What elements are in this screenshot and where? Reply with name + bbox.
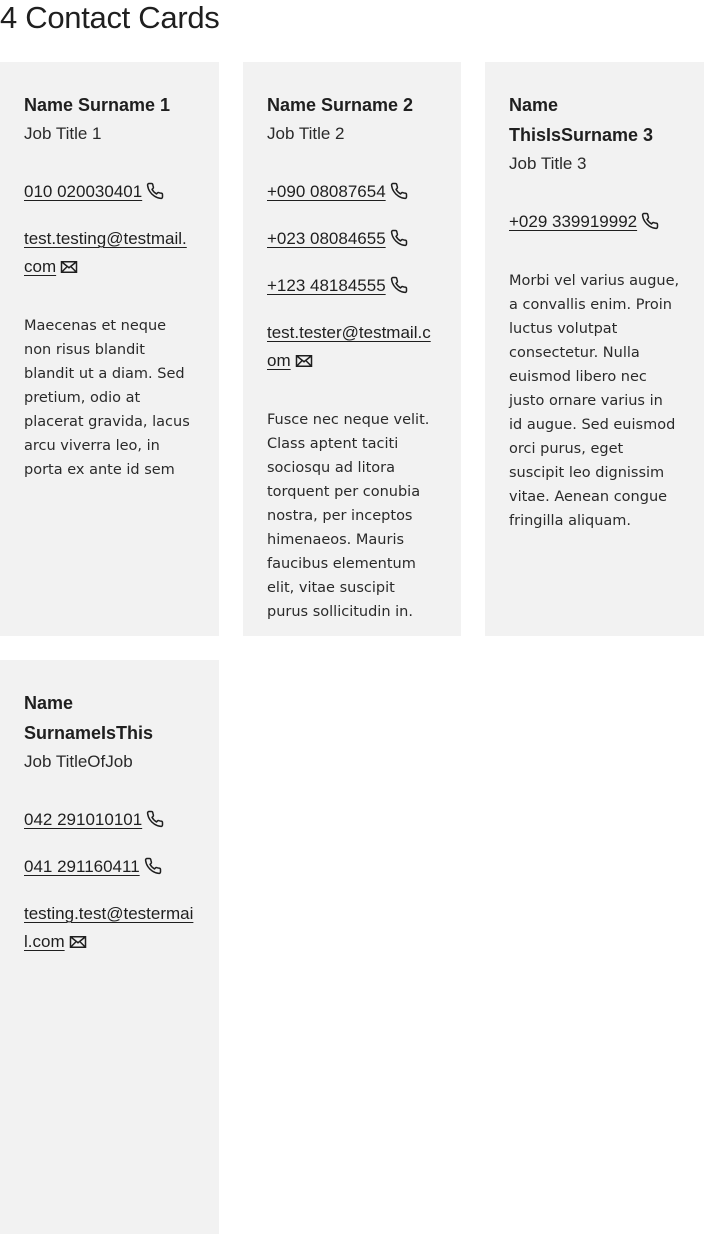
phone-row: +023 08084655: [267, 225, 437, 256]
phone-icon: [146, 809, 164, 837]
phone-link[interactable]: +023 08084655: [267, 229, 386, 248]
contact-bio: Maecenas et neque non risus blandit blan…: [24, 318, 190, 478]
phone-link[interactable]: +029 339919992: [509, 212, 637, 231]
contact-card: Name Surname 2 Job Title 2 +090 08087654…: [243, 62, 461, 636]
phone-row: 010 020030401: [24, 178, 195, 209]
contact-job-title: Job Title 2: [267, 124, 345, 143]
phone-link[interactable]: +090 08087654: [267, 182, 386, 201]
email-row: test.tester@testmail.com: [267, 319, 437, 378]
email-link[interactable]: test.tester@testmail.com: [267, 323, 431, 370]
contact-bio: Morbi vel varius augue, a convallis enim…: [509, 273, 680, 529]
phone-row: +123 48184555: [267, 272, 437, 303]
phone-link[interactable]: 041 291160411: [24, 857, 140, 876]
mail-icon: [69, 931, 87, 959]
contact-name: Name ThisIsSurname 3: [509, 95, 654, 145]
phone-icon: [390, 275, 408, 303]
email-link[interactable]: testing.test@testermail.com: [24, 904, 193, 951]
email-row: testing.test@testermail.com: [24, 900, 195, 959]
contact-card: Name SurnameIsThis Job TitleOfJob 042 29…: [0, 660, 219, 1234]
phone-icon: [390, 228, 408, 256]
phone-icon: [146, 181, 164, 209]
contact-bio: Fusce nec neque velit. Class aptent taci…: [267, 412, 430, 620]
mail-icon: [295, 350, 313, 378]
phone-row: +029 339919992: [509, 208, 680, 239]
email-link[interactable]: test.testing@testmail.com: [24, 229, 187, 276]
phone-row: 041 291160411: [24, 853, 195, 884]
contact-job-title: Job Title 1: [24, 124, 102, 143]
contact-job-title: Job Title 3: [509, 154, 587, 173]
contact-card: Name Surname 1 Job Title 1 010 020030401…: [0, 62, 219, 636]
phone-link[interactable]: 010 020030401: [24, 182, 142, 201]
contact-job-title: Job TitleOfJob: [24, 752, 133, 771]
contact-name: Name SurnameIsThis: [24, 693, 154, 743]
phone-icon: [390, 181, 408, 209]
mail-icon: [60, 256, 78, 284]
phone-row: 042 291010101: [24, 806, 195, 837]
phone-icon: [144, 856, 162, 884]
phone-link[interactable]: 042 291010101: [24, 810, 142, 829]
contact-name: Name Surname 2: [267, 95, 414, 115]
phone-icon: [641, 211, 659, 239]
contact-name: Name Surname 1: [24, 95, 171, 115]
phone-link[interactable]: +123 48184555: [267, 276, 386, 295]
phone-row: +090 08087654: [267, 178, 437, 209]
page-title: 4 Contact Cards: [0, 0, 220, 35]
email-row: test.testing@testmail.com: [24, 225, 195, 284]
contact-card: Name ThisIsSurname 3 Job Title 3 +029 33…: [485, 62, 704, 636]
contact-cards-grid: Name Surname 1 Job Title 1 010 020030401…: [0, 62, 704, 1234]
